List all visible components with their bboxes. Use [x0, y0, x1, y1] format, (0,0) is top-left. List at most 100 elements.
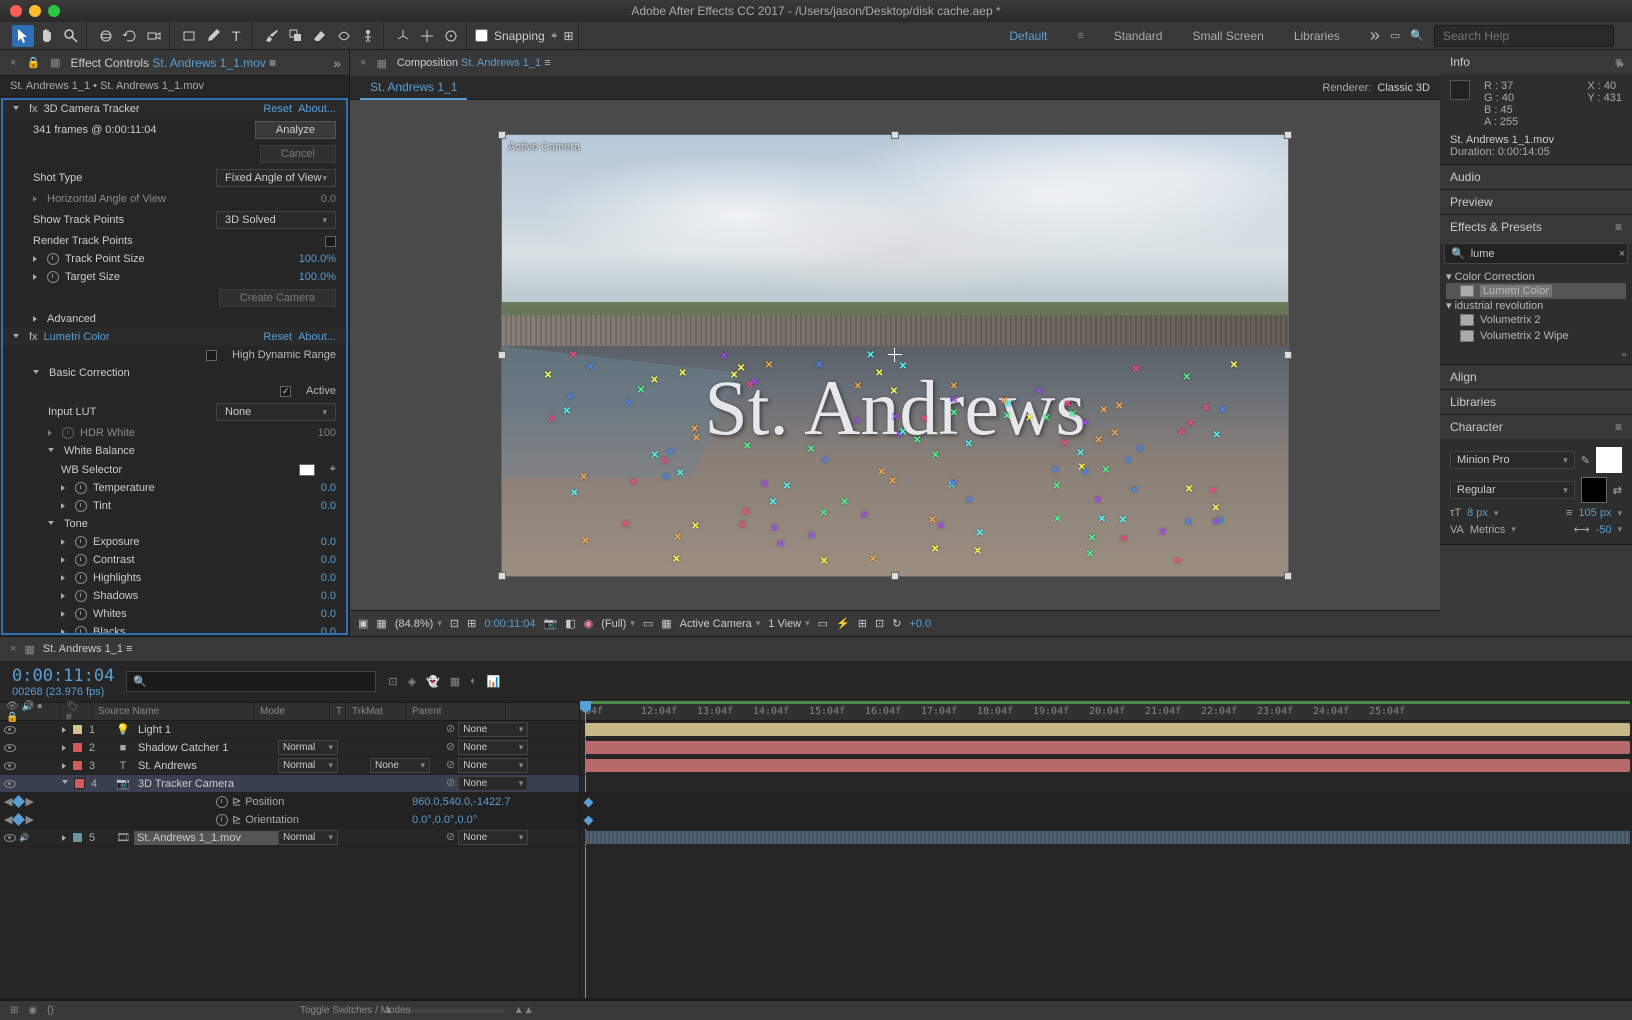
trkmat-select[interactable]: None▾ [370, 758, 430, 773]
minimize-button[interactable] [29, 5, 41, 17]
parent-select[interactable]: None▾ [458, 758, 528, 773]
ep-category[interactable]: ▾ idustrial revolution [1446, 299, 1626, 312]
visibility-toggle[interactable] [4, 726, 16, 734]
preview-panel-header[interactable]: Preview [1440, 190, 1632, 214]
ep-category[interactable]: ▾ Color Correction [1446, 270, 1626, 283]
snap-icon[interactable]: ⌖ [551, 28, 558, 43]
workspace-standard[interactable]: Standard [1114, 29, 1163, 43]
maximize-button[interactable] [48, 5, 60, 17]
orbit-tool[interactable] [95, 25, 117, 47]
font-style-select[interactable]: Regular▾ [1450, 481, 1575, 499]
channel-icon[interactable]: ◉ [584, 617, 594, 630]
handle-bl[interactable] [498, 572, 506, 580]
label-color[interactable] [72, 742, 83, 753]
hand-tool[interactable] [36, 25, 58, 47]
layer-row[interactable]: 2 ■Shadow Catcher 1 Normal▾ ⊘ None▾ [0, 739, 579, 757]
exposure-value[interactable]: 0.0 [321, 536, 336, 548]
resolution-icon[interactable]: ⊡ [450, 617, 459, 630]
shy-icon[interactable]: 👻 [426, 675, 440, 688]
render-track-checkbox[interactable] [325, 236, 336, 247]
shot-type-select[interactable]: Fixed Angle of View▾ [216, 169, 336, 187]
effects-presets-header[interactable]: Effects & Presets≡ [1440, 215, 1632, 239]
blacks-value[interactable]: 0.0 [321, 626, 336, 635]
about-link[interactable]: About... [298, 331, 336, 343]
type-tool[interactable]: T [226, 25, 248, 47]
libraries-panel-header[interactable]: Libraries [1440, 390, 1632, 414]
stopwatch-icon[interactable] [75, 572, 87, 584]
rectangle-tool[interactable] [178, 25, 200, 47]
stopwatch-icon[interactable] [75, 590, 87, 602]
roto-tool[interactable] [333, 25, 355, 47]
track-size-value[interactable]: 100.0% [299, 253, 336, 265]
basic-correction-label[interactable]: Basic Correction [49, 367, 336, 379]
comp-mini-flowchart-icon[interactable]: ⊡ [388, 675, 397, 688]
time-ruler[interactable]: 04f12:04f13:04f14:04f15:04f16:04f17:04f1… [580, 703, 1632, 721]
col-source[interactable]: Source Name [92, 703, 254, 720]
brush-tool[interactable] [261, 25, 283, 47]
ep-item-volumetrix[interactable]: Volumetrix 2 [1446, 312, 1626, 328]
zoom-slider[interactable] [404, 1009, 504, 1013]
col-parent[interactable]: Parent [406, 703, 506, 720]
ep-search-input[interactable] [1471, 248, 1613, 260]
frame-blend-icon[interactable]: ▦ [450, 675, 460, 688]
stroke-color-swatch[interactable] [1581, 477, 1607, 503]
stopwatch-icon[interactable] [75, 482, 87, 494]
layer-row[interactable]: 4 📷3D Tracker Camera ⊘ None▾ [0, 775, 579, 793]
flowchart-icon[interactable]: ⊡ [875, 617, 884, 630]
ep-item-lumetri[interactable]: Lumetri Color [1446, 283, 1626, 299]
toggle-switches-button[interactable]: Toggle Switches / Modes [300, 1005, 411, 1016]
selection-tool[interactable] [12, 25, 34, 47]
blend-mode-select[interactable]: Normal▾ [278, 740, 338, 755]
workspace-default[interactable]: Default [1009, 29, 1047, 43]
visibility-toggle[interactable] [4, 762, 16, 770]
temp-value[interactable]: 0.0 [321, 482, 336, 494]
audio-panel-header[interactable]: Audio [1440, 165, 1632, 189]
label-color[interactable] [72, 832, 83, 843]
stopwatch-icon[interactable] [75, 500, 87, 512]
layer-row[interactable]: 🔊 5 🎞St. Andrews 1_1.mov Normal▾ ⊘ None▾ [0, 829, 579, 847]
about-link[interactable]: About... [298, 103, 336, 115]
parent-select[interactable]: None▾ [458, 740, 528, 755]
grid-icon[interactable]: ▦ [661, 617, 671, 630]
renderer-link[interactable]: Classic 3D [1377, 82, 1430, 94]
layer-row[interactable]: 1 💡Light 1 ⊘ None▾ [0, 721, 579, 739]
clone-tool[interactable] [285, 25, 307, 47]
draft3d-icon[interactable]: ◈ [408, 675, 416, 688]
handle-tl[interactable] [498, 131, 506, 139]
transparency-icon[interactable]: ▦ [376, 617, 386, 630]
layer-row[interactable]: 3 TSt. Andrews Normal▾ None▾ ⊘ None▾ [0, 757, 579, 775]
render-icon[interactable]: ◉ [28, 1005, 37, 1016]
exposure-value[interactable]: +0.0 [909, 618, 931, 630]
visibility-toggle[interactable] [4, 744, 16, 752]
motion-blur-icon[interactable]: ◐ [470, 675, 477, 688]
quality-select[interactable]: (Full) ▾ [601, 618, 635, 630]
close-button[interactable] [10, 5, 22, 17]
tone-label[interactable]: Tone [64, 518, 336, 530]
effect-controls-tab[interactable]: Effect Controls St. Andrews 1_1.mov ≡ [71, 56, 277, 70]
stopwatch-icon[interactable] [47, 253, 59, 265]
camera-select[interactable]: Active Camera ▾ [680, 618, 761, 630]
rotate-tool[interactable] [119, 25, 141, 47]
stopwatch-icon[interactable] [75, 626, 87, 635]
contrast-value[interactable]: 0.0 [321, 554, 336, 566]
fill-color-swatch[interactable] [1596, 447, 1622, 473]
show-snapshot-icon[interactable]: ◧ [565, 617, 575, 630]
timeline-icon[interactable]: ⊞ [858, 617, 867, 630]
lut-select[interactable]: None▾ [216, 403, 336, 421]
roi-icon[interactable]: ⊞ [467, 617, 476, 630]
world-axis-icon[interactable] [416, 25, 438, 47]
snapshot-icon[interactable]: 📷 [544, 617, 558, 630]
handle-br[interactable] [1284, 572, 1292, 580]
snapping-control[interactable]: Snapping ⌖ ⊞ [475, 28, 574, 43]
info-panel-header[interactable]: Info≡ [1440, 50, 1632, 74]
advanced-label[interactable]: Advanced [47, 313, 336, 325]
col-mode[interactable]: Mode [254, 703, 330, 720]
expand-icon[interactable]: ⊞ [10, 1005, 18, 1016]
zoom-in-icon[interactable]: ▲▲ [514, 1005, 534, 1016]
tint-value[interactable]: 0.0 [321, 500, 336, 512]
brackets-icon[interactable]: {} [47, 1005, 54, 1016]
snapping-checkbox[interactable] [475, 29, 488, 42]
handle-bc[interactable] [891, 572, 899, 580]
highlights-value[interactable]: 0.0 [321, 572, 336, 584]
shadows-value[interactable]: 0.0 [321, 590, 336, 602]
